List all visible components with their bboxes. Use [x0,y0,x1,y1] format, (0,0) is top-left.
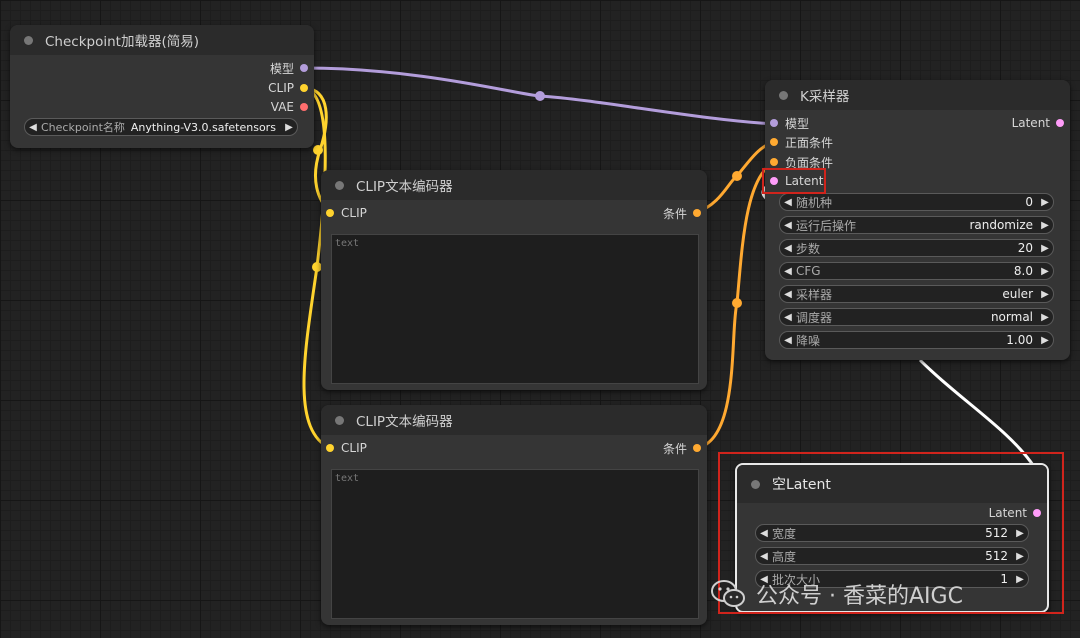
output-model[interactable]: 模型 [270,60,308,76]
seed-value: 0 [1025,195,1033,209]
input-clip-label-1: CLIP [341,206,367,220]
input-clip-label-2: CLIP [341,441,367,455]
output-model-dot[interactable] [300,64,308,72]
input-model[interactable]: 模型 [770,115,809,131]
output-clip-label: CLIP [268,81,294,95]
cfg-widget[interactable]: ◀ CFG 8.0 ▶ [779,262,1054,280]
ksampler-title-bar[interactable]: K采样器 [765,80,1070,110]
input-model-label: 模型 [785,116,810,131]
clip-text-encode-title-1: CLIP文本编码器 [356,179,453,195]
scheduler-widget[interactable]: ◀ 调度器 normal ▶ [779,308,1054,326]
clip-text-encode-title-bar-2[interactable]: CLIP文本编码器 [321,405,707,435]
arrow-left-icon[interactable]: ◀ [780,243,796,254]
collapse-dot-icon[interactable] [335,415,344,425]
output-conditioning-label-2: 条件 [662,441,687,456]
ksampler-title: K采样器 [800,89,850,105]
arrow-left-icon[interactable]: ◀ [780,220,796,231]
arrow-right-icon[interactable]: ▶ [1037,289,1053,300]
input-clip-dot-2[interactable] [326,444,334,452]
output-vae-dot[interactable] [300,103,308,111]
input-positive[interactable]: 正面条件 [770,134,833,150]
prompt-placeholder-1: text [335,238,360,249]
scheduler-value: normal [990,310,1033,324]
steps-label: 步数 [796,241,821,256]
checkpoint-loader-title: Checkpoint加载器(简易) [45,34,199,50]
collapse-dot-icon[interactable] [335,180,344,190]
cfg-label: CFG [796,264,821,278]
input-positive-label: 正面条件 [785,135,834,150]
arrow-right-icon[interactable]: ▶ [1037,312,1053,323]
output-clip-dot[interactable] [300,84,308,92]
prompt-textarea-2[interactable]: text [331,469,699,619]
arrow-right-icon[interactable]: ▶ [1037,266,1053,277]
sampler-value: euler [1002,287,1033,301]
denoise-widget[interactable]: ◀ 降噪 1.00 ▶ [779,331,1054,349]
arrow-right-icon[interactable]: ▶ [281,122,297,133]
checkpoint-name-combo[interactable]: ◀ Checkpoint名称 Anything-V3.0.safetensors… [24,118,298,136]
wire-model-midpoint[interactable] [535,91,545,101]
output-latent-label: Latent [1011,116,1050,130]
arrow-right-icon[interactable]: ▶ [1037,197,1053,208]
wechat-icon [710,579,746,609]
checkpoint-name-value: Anything-V3.0.safetensors [130,120,276,134]
output-conditioning-dot-2[interactable] [693,444,701,452]
arrow-right-icon[interactable]: ▶ [1037,220,1053,231]
seed-label: 随机种 [796,195,833,210]
control-after-generate-widget[interactable]: ◀ 运行后操作 randomize ▶ [779,216,1054,234]
input-model-dot[interactable] [770,119,778,127]
wire-negative-midpoint[interactable] [732,298,742,308]
arrow-left-icon[interactable]: ◀ [25,122,41,133]
prompt-textarea-1[interactable]: text [331,234,699,384]
output-vae-label: VAE [270,100,294,114]
collapse-dot-icon[interactable] [779,90,788,100]
latent-input-highlight [762,168,826,194]
watermark-text: 公众号 · 香菜的AIGC [756,584,963,609]
sampler-widget[interactable]: ◀ 采样器 euler ▶ [779,285,1054,303]
denoise-value: 1.00 [1006,333,1033,347]
output-conditioning-dot-1[interactable] [693,209,701,217]
collapse-dot-icon[interactable] [24,35,33,45]
ksampler-node[interactable]: K采样器 模型 正面条件 负面条件 Latent Latent ◀ 随机种 0 … [765,80,1070,360]
output-latent[interactable]: Latent [1012,115,1064,131]
output-latent-dot[interactable] [1056,119,1064,127]
arrow-left-icon[interactable]: ◀ [780,266,796,277]
clip-text-encode-node-1[interactable]: CLIP文本编码器 CLIP 条件 text [321,170,707,390]
prompt-placeholder-2: text [335,473,360,484]
arrow-left-icon[interactable]: ◀ [780,335,796,346]
output-clip[interactable]: CLIP [268,80,308,96]
arrow-left-icon[interactable]: ◀ [780,289,796,300]
clip-text-encode-node-2[interactable]: CLIP文本编码器 CLIP 条件 text [321,405,707,625]
input-negative-dot[interactable] [770,158,778,166]
output-model-label: 模型 [269,61,294,76]
arrow-left-icon[interactable]: ◀ [780,197,796,208]
wire-positive-midpoint[interactable] [732,171,742,181]
clip-text-encode-title-2: CLIP文本编码器 [356,414,453,430]
output-vae[interactable]: VAE [271,99,308,115]
watermark: 公众号 · 香菜的AIGC [710,578,963,610]
denoise-label: 降噪 [796,333,821,348]
input-clip-dot-1[interactable] [326,209,334,217]
arrow-left-icon[interactable]: ◀ [780,312,796,323]
steps-widget[interactable]: ◀ 步数 20 ▶ [779,239,1054,257]
wire-clip-midpoint-1[interactable] [313,145,323,155]
seed-widget[interactable]: ◀ 随机种 0 ▶ [779,193,1054,211]
arrow-right-icon[interactable]: ▶ [1037,335,1053,346]
checkpoint-loader-title-bar[interactable]: Checkpoint加载器(简易) [10,25,314,55]
control-after-generate-label: 运行后操作 [796,218,857,233]
checkpoint-name-label: Checkpoint名称 [41,121,125,134]
arrow-right-icon[interactable]: ▶ [1037,243,1053,254]
output-conditioning-label-1: 条件 [662,206,687,221]
steps-value: 20 [1017,241,1033,255]
checkpoint-loader-node[interactable]: Checkpoint加载器(简易) 模型 CLIP VAE ◀ Checkpoi… [10,25,314,148]
input-positive-dot[interactable] [770,138,778,146]
input-clip-2[interactable]: CLIP [326,440,367,456]
scheduler-label: 调度器 [796,310,833,325]
control-after-generate-value: randomize [969,218,1033,232]
sampler-label: 采样器 [796,287,833,302]
input-clip-1[interactable]: CLIP [326,205,367,221]
output-conditioning-1[interactable]: 条件 [663,205,701,221]
clip-text-encode-title-bar-1[interactable]: CLIP文本编码器 [321,170,707,200]
output-conditioning-2[interactable]: 条件 [663,440,701,456]
cfg-value: 8.0 [1013,264,1033,278]
